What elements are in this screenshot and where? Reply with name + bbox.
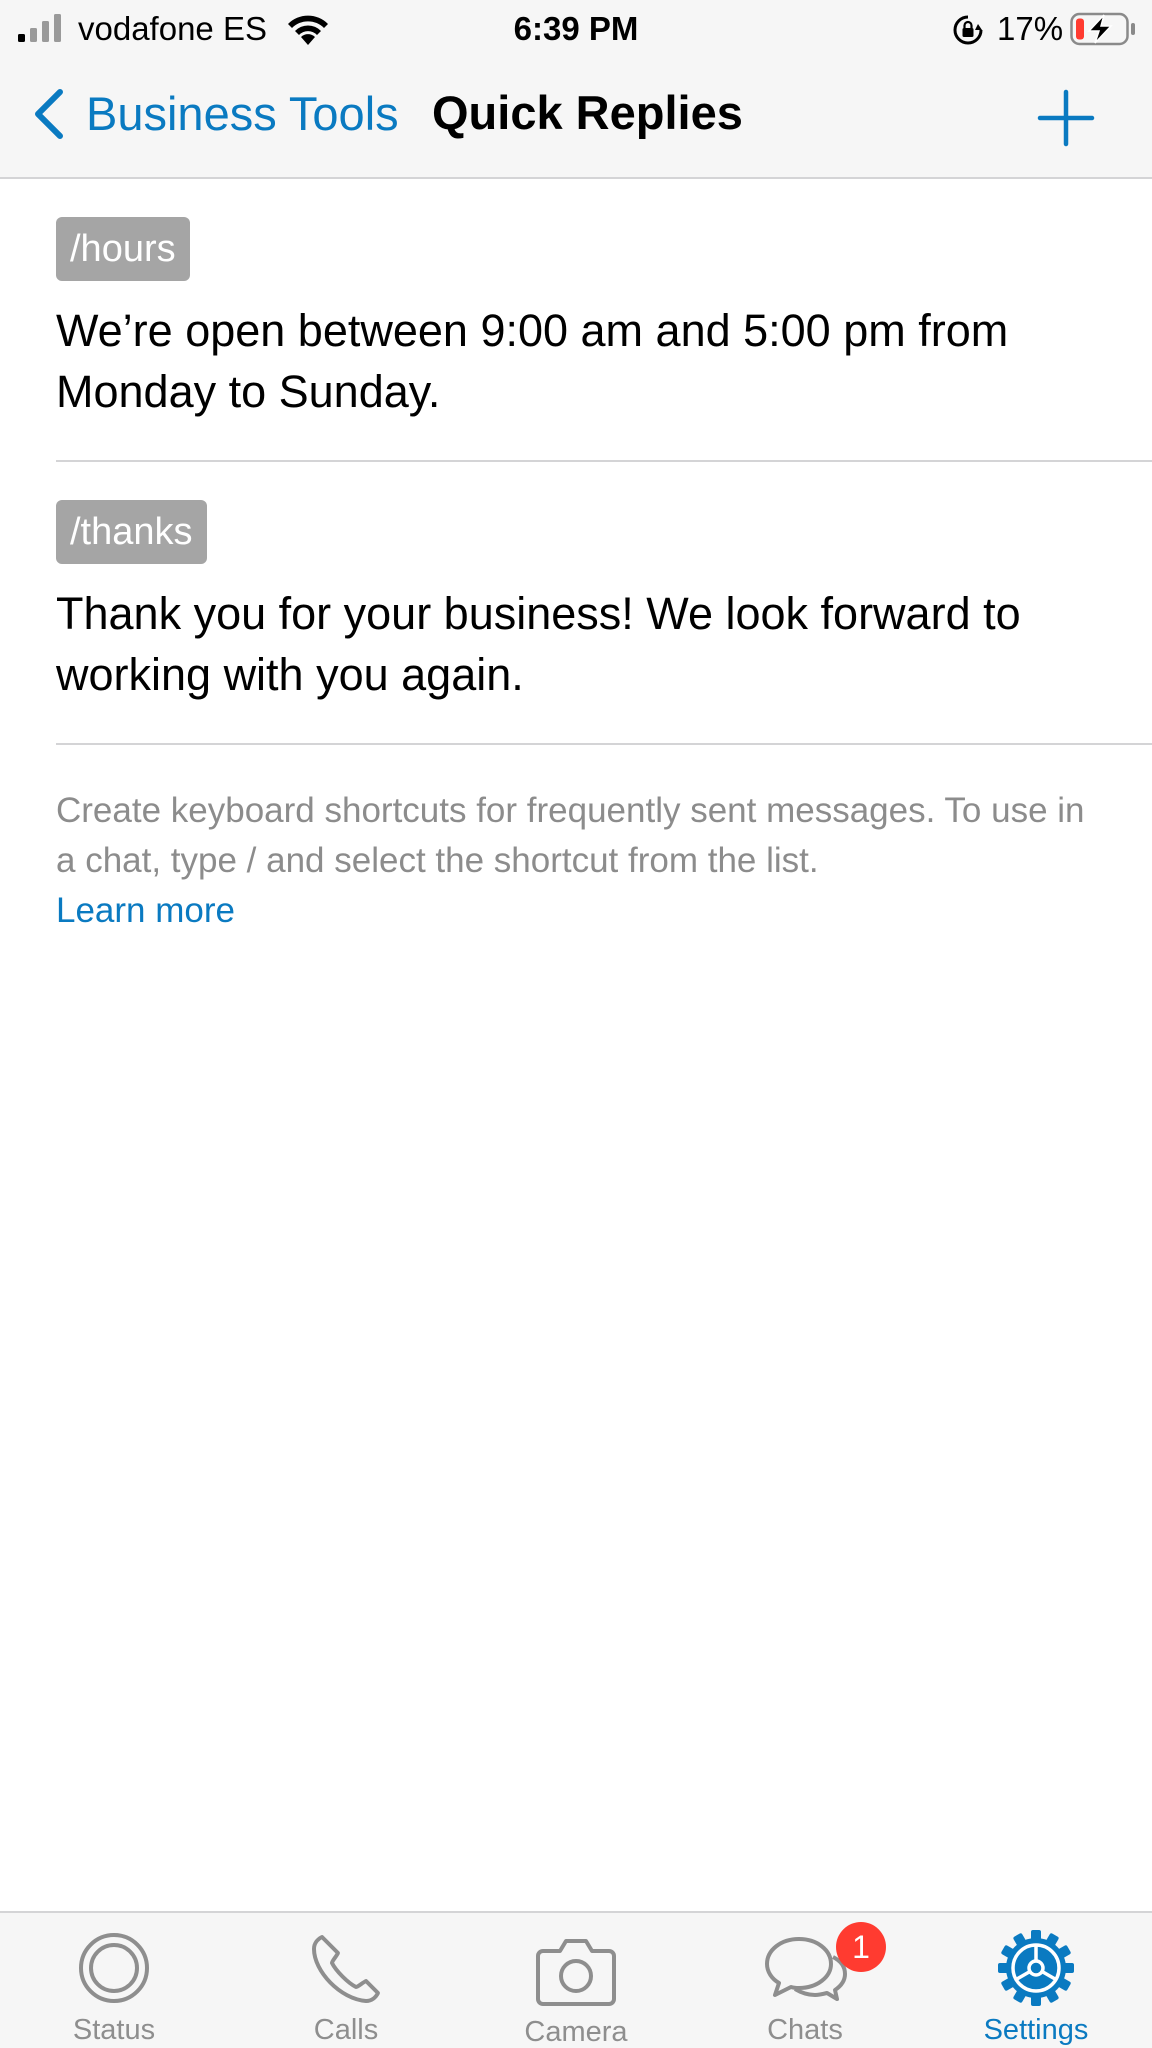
tab-calls[interactable]: Calls: [246, 1913, 446, 2048]
lock-rotation-icon: [953, 15, 983, 45]
footer-note: Create keyboard shortcuts for frequently…: [56, 786, 1096, 936]
back-button-label: Business Tools: [86, 87, 399, 140]
page-title: Quick Replies: [432, 86, 743, 139]
plus-icon: [1037, 89, 1095, 147]
reply-message: Thank you for your business! We look for…: [56, 588, 1021, 700]
quick-reply-item[interactable]: /hours We’re open between 9:00 am and 5:…: [56, 178, 1152, 462]
tab-label: Status: [72, 2014, 156, 2046]
tab-label: Calls: [313, 2014, 379, 2046]
navigation-bar: Business Tools Quick Replies: [0, 58, 1152, 179]
learn-more-link[interactable]: Learn more: [56, 886, 1096, 936]
tab-bar: Status Calls Camera 1 Chats Settings: [0, 1911, 1152, 2048]
status-bar: vodafone ES 6:39 PM 17%: [0, 0, 1152, 58]
back-button[interactable]: Business Tools: [30, 84, 399, 144]
battery-charging-icon: [1070, 12, 1135, 46]
phone-icon: [312, 1935, 380, 2003]
tab-chats[interactable]: 1 Chats: [705, 1913, 905, 2048]
unread-badge: 1: [836, 1922, 886, 1972]
settings-gear-icon: [998, 1930, 1074, 2006]
footer-note-text: Create keyboard shortcuts for frequently…: [56, 791, 1085, 880]
chevron-left-icon: [35, 89, 63, 139]
quick-reply-item[interactable]: /thanks Thank you for your business! We …: [56, 461, 1152, 745]
shortcut-badge: /thanks: [56, 500, 207, 564]
reply-message: We’re open between 9:00 am and 5:00 pm f…: [56, 305, 1009, 417]
tab-camera[interactable]: Camera: [476, 1913, 676, 2048]
tab-label: Camera: [524, 2016, 628, 2048]
status-icon: [79, 1933, 149, 2003]
tab-settings[interactable]: Settings: [936, 1913, 1136, 2048]
battery-percent: 17%: [997, 10, 1064, 47]
tab-label: Settings: [983, 2014, 1089, 2046]
camera-icon: [536, 1939, 616, 2006]
tab-status[interactable]: Status: [14, 1913, 214, 2048]
tab-label: Chats: [767, 2014, 843, 2046]
add-button[interactable]: [1036, 88, 1096, 148]
quick-replies-screen: vodafone ES 6:39 PM 17% Business Tools Q…: [0, 0, 1152, 2048]
shortcut-badge: /hours: [56, 217, 190, 281]
